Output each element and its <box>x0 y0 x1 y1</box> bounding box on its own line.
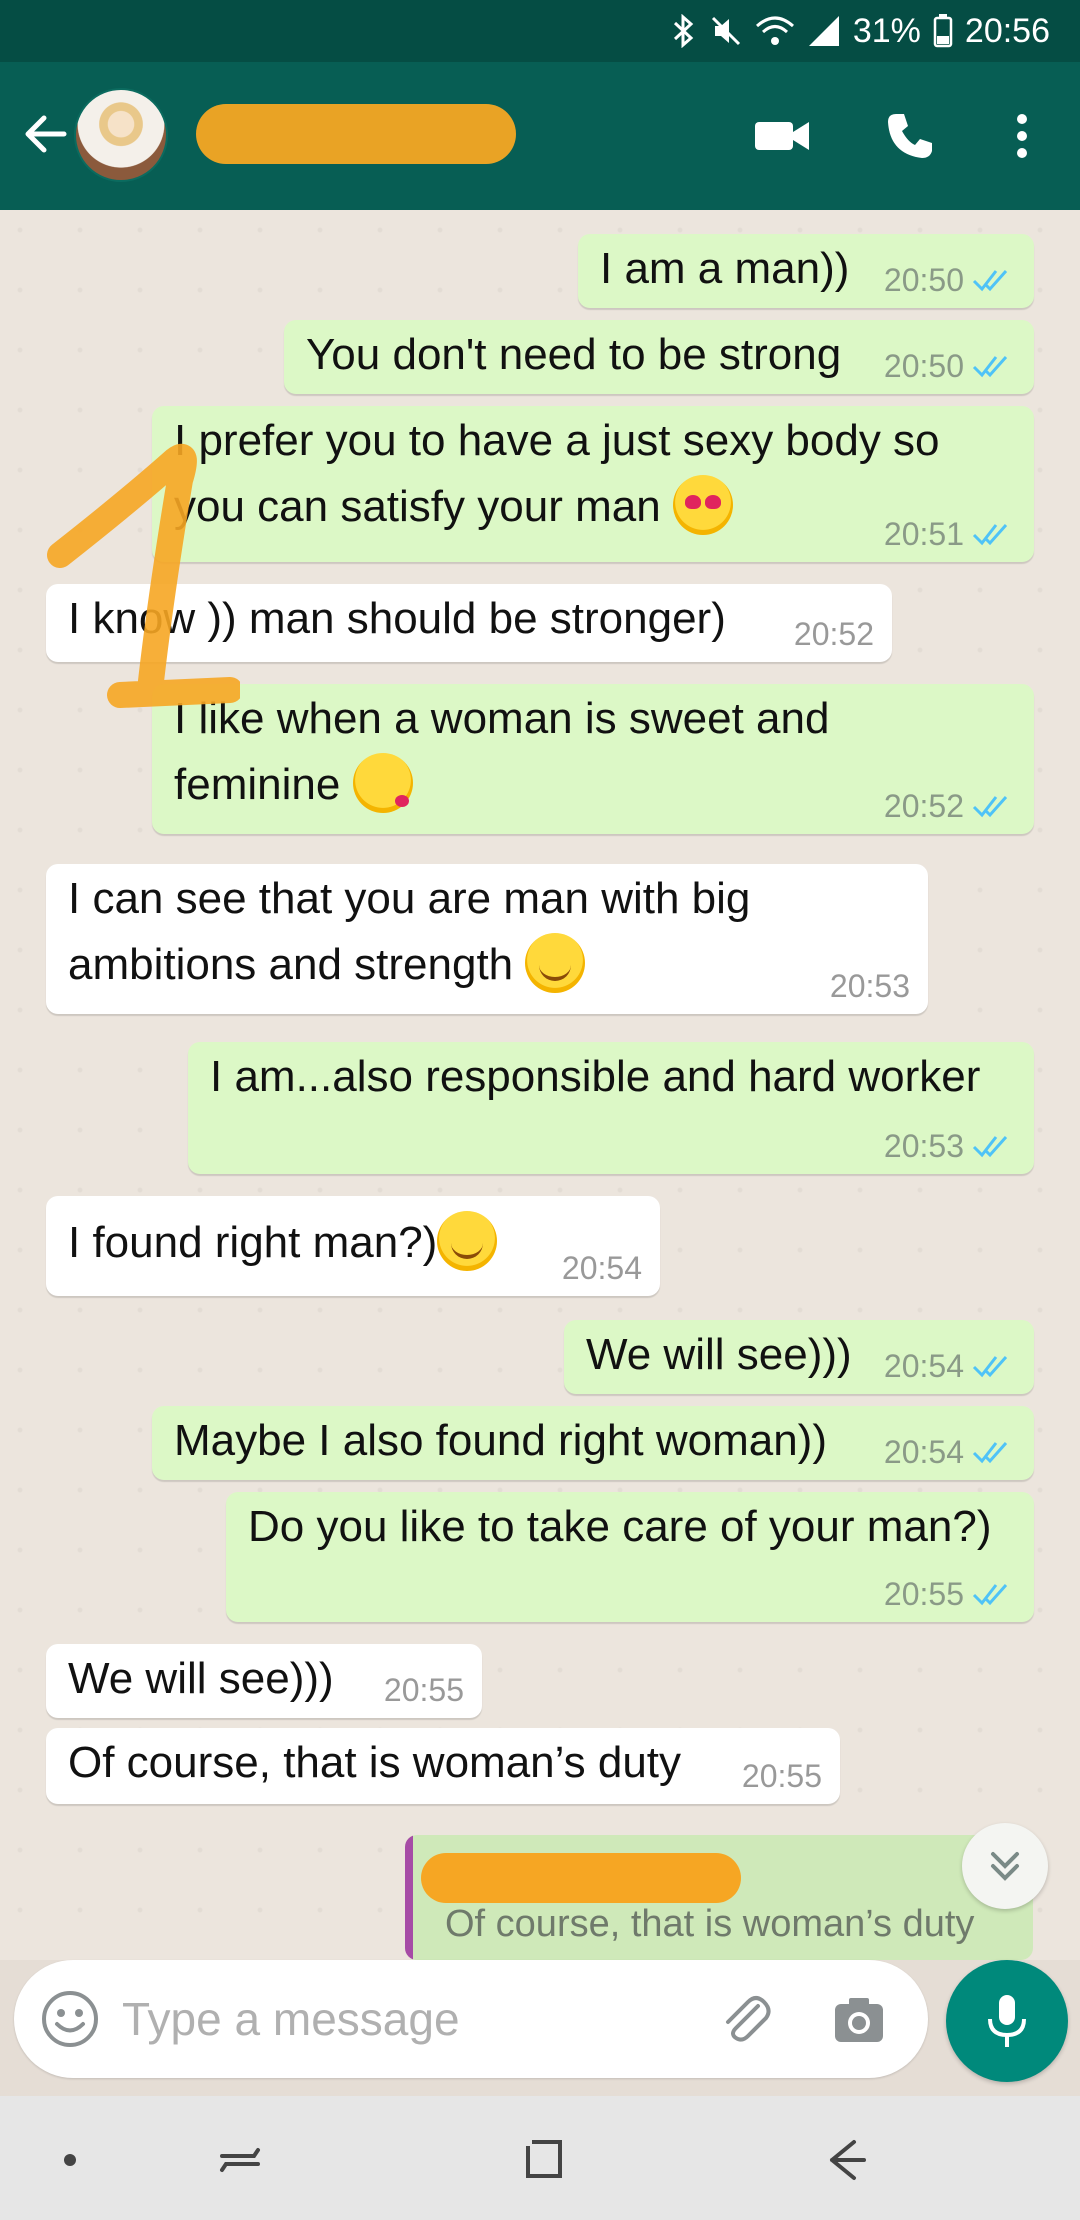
message-text: I am a man)) <box>600 244 850 293</box>
signal-icon <box>808 16 839 46</box>
message-outgoing[interactable]: I am a man)) 20:50 <box>578 234 1034 308</box>
microphone-button[interactable] <box>946 1960 1068 2082</box>
reply-bar <box>405 1835 413 1960</box>
message-time: 20:55 <box>383 1672 464 1708</box>
microphone-icon <box>988 1995 1026 2047</box>
message-outgoing[interactable]: We will see))) 20:54 <box>564 1320 1034 1394</box>
message-outgoing[interactable]: I like when a woman is sweet and feminin… <box>152 684 1034 834</box>
message-time: 20:53 <box>883 1128 964 1164</box>
read-ticks-icon <box>972 1442 1008 1464</box>
paperclip-icon[interactable] <box>714 1988 776 2050</box>
message-meta: 20:55 <box>384 1670 464 1710</box>
nav-dot-icon[interactable] <box>40 2132 100 2188</box>
message-time: 20:50 <box>883 262 964 298</box>
read-ticks-icon <box>972 1584 1008 1606</box>
read-ticks-icon <box>972 796 1008 818</box>
message-meta: 20:50 <box>884 260 1016 300</box>
message-text: I am...also responsible and hard worker <box>210 1052 981 1101</box>
contact-name-redacted[interactable] <box>196 104 516 164</box>
scroll-to-bottom-button[interactable] <box>962 1823 1048 1909</box>
message-meta: 20:55 <box>884 1574 1016 1614</box>
message-meta: 20:52 <box>794 614 874 654</box>
status-bar: 31% 20:56 <box>0 0 1080 62</box>
message-outgoing[interactable]: I prefer you to have a just sexy body so… <box>152 406 1034 562</box>
message-meta: 20:51 <box>884 514 1016 554</box>
message-text: I found right man?) <box>68 1210 498 1276</box>
clock: 20:56 <box>964 11 1050 50</box>
message-outgoing[interactable]: Do you like to take care of your man?) 2… <box>226 1492 1034 1622</box>
chat-messages[interactable]: I am a man)) 20:50 You don't need to be … <box>0 210 1080 1960</box>
reply-quote-text: Of course, that is woman’s duty <box>445 1903 975 1945</box>
message-meta: 20:52 <box>884 786 1016 826</box>
wifi-icon <box>755 16 794 45</box>
message-meta: 20:53 <box>830 966 910 1006</box>
reply-sender-redacted <box>421 1853 741 1903</box>
message-meta: 20:50 <box>884 346 1016 386</box>
message-time: 20:55 <box>741 1758 822 1794</box>
message-text: I like when a woman is sweet and feminin… <box>174 686 829 818</box>
reply-preview[interactable]: Of course, that is woman’s duty <box>405 1835 1033 1960</box>
read-ticks-icon <box>972 524 1008 546</box>
message-incoming[interactable]: I can see that you are man with big ambi… <box>46 864 928 1014</box>
double-chevron-down-icon <box>991 1852 1019 1881</box>
bluetooth-icon <box>673 14 694 48</box>
more-vert-icon[interactable] <box>992 106 1052 166</box>
message-time: 20:52 <box>883 788 964 824</box>
message-outgoing[interactable]: Maybe I also found right woman)) 20:54 <box>152 1406 1034 1480</box>
message-outgoing[interactable]: You don't need to be strong 20:50 <box>284 320 1034 394</box>
message-incoming[interactable]: Of course, that is woman’s duty 20:55 <box>46 1728 840 1804</box>
back-arrow-icon[interactable] <box>18 106 74 162</box>
message-text: Do you like to take care of your man?) <box>248 1502 992 1551</box>
recent-apps-icon[interactable] <box>210 2132 270 2188</box>
message-composer <box>14 1960 928 2078</box>
message-time: 20:54 <box>561 1250 642 1286</box>
read-ticks-icon <box>972 1356 1008 1378</box>
read-ticks-icon <box>972 1136 1008 1158</box>
android-nav-bar <box>0 2096 1080 2220</box>
message-text: You don't need to be strong <box>306 330 842 379</box>
message-outgoing[interactable]: I am...also responsible and hard worker … <box>188 1042 1034 1174</box>
back-nav-icon[interactable] <box>816 2132 876 2188</box>
message-text: Maybe I also found right woman)) <box>174 1416 827 1465</box>
message-time: 20:55 <box>883 1576 964 1612</box>
message-time: 20:52 <box>793 616 874 652</box>
chat-header <box>0 62 1080 210</box>
message-incoming[interactable]: I know )) man should be stronger) 20:52 <box>46 584 892 662</box>
video-call-icon[interactable] <box>752 106 812 166</box>
message-meta: 20:55 <box>742 1756 822 1796</box>
message-meta: 20:54 <box>884 1346 1016 1386</box>
camera-icon[interactable] <box>829 1990 889 2050</box>
phone-icon[interactable] <box>880 106 940 166</box>
kissing-emoji-icon <box>352 753 413 814</box>
message-text: I can see that you are man with big ambi… <box>68 866 750 998</box>
message-text: I prefer you to have a just sexy body so… <box>174 408 940 540</box>
message-time: 20:54 <box>883 1348 964 1384</box>
message-input[interactable] <box>122 1984 682 2054</box>
emoji-icon[interactable] <box>40 1989 100 2049</box>
blushing-emoji-icon <box>437 1211 498 1272</box>
message-meta: 20:54 <box>562 1248 642 1288</box>
message-time: 20:50 <box>883 348 964 384</box>
message-text: We will see))) <box>68 1654 334 1703</box>
battery-percent: 31% <box>852 11 921 50</box>
battery-icon <box>933 14 953 48</box>
message-incoming[interactable]: We will see))) 20:55 <box>46 1644 482 1718</box>
heart-eyes-emoji-icon <box>672 475 733 536</box>
message-incoming[interactable]: I found right man?) 20:54 <box>46 1196 660 1296</box>
mute-icon <box>711 16 740 46</box>
smiling-emoji-icon <box>525 933 586 994</box>
home-icon[interactable] <box>514 2132 574 2188</box>
message-time: 20:53 <box>829 968 910 1004</box>
message-text: We will see))) <box>586 1330 852 1379</box>
contact-avatar[interactable] <box>74 88 168 182</box>
message-meta: 20:53 <box>884 1126 1016 1166</box>
message-time: 20:51 <box>883 516 964 552</box>
message-text: Of course, that is woman’s duty <box>68 1738 682 1787</box>
read-ticks-icon <box>972 270 1008 292</box>
read-ticks-icon <box>972 356 1008 378</box>
message-text: I know )) man should be stronger) <box>68 594 726 643</box>
message-time: 20:54 <box>883 1434 964 1470</box>
message-meta: 20:54 <box>884 1432 1016 1472</box>
